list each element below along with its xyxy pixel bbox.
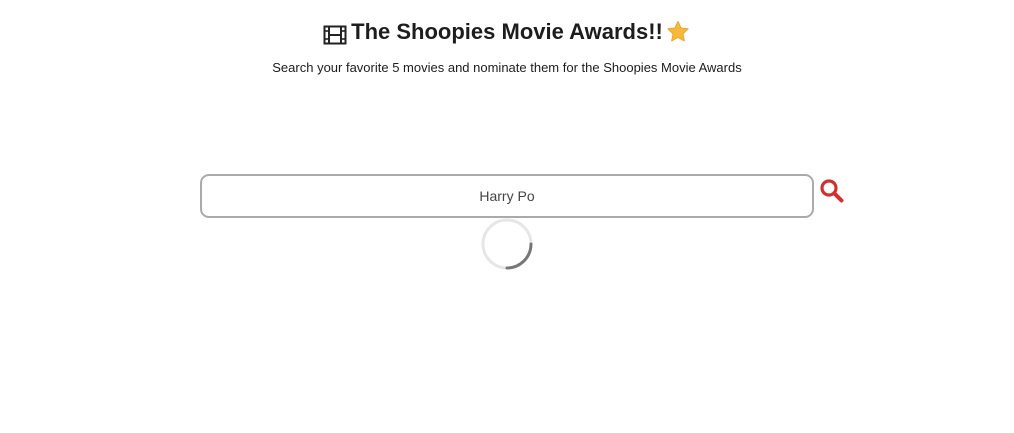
page-title-row: The Shoopies Movie Awards!! [323, 16, 691, 48]
page: The Shoopies Movie Awards!! Search your … [0, 0, 1014, 433]
page-subtitle: Search your favorite 5 movies and nomina… [272, 60, 742, 75]
search-bar [200, 174, 845, 218]
page-title: The Shoopies Movie Awards!! [351, 19, 663, 44]
search-button[interactable] [818, 178, 846, 206]
film-icon [323, 22, 347, 45]
search-icon [819, 179, 845, 207]
spinner-icon [481, 218, 533, 270]
star-icon [665, 19, 691, 45]
search-input[interactable] [200, 174, 814, 218]
header: The Shoopies Movie Awards!! Search your … [0, 16, 1014, 76]
